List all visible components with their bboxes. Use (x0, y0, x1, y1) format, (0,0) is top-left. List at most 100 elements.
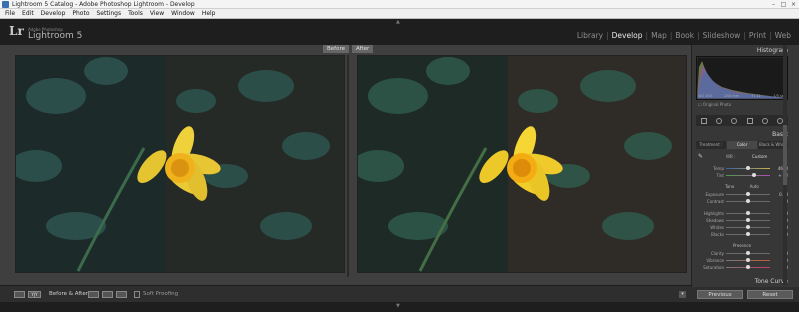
menu-window[interactable]: Window (171, 9, 195, 18)
histogram-info: ISO 100 250 mm f / 11 1/5 sec (698, 94, 786, 98)
tone-label: Tone (725, 184, 735, 189)
loupe-view-icon[interactable] (14, 291, 25, 298)
module-map[interactable]: Map (649, 31, 669, 40)
auto-tone-button[interactable]: Auto (750, 184, 759, 189)
toolbar-dropdown-icon[interactable]: ▾ (679, 291, 686, 298)
menu-photo[interactable]: Photo (72, 9, 89, 18)
treatment-color-button[interactable]: Color (727, 141, 757, 149)
wb-dropdown[interactable]: Custom (752, 154, 767, 159)
panel-scrollbar-thumb[interactable] (783, 125, 787, 185)
clarity-slider[interactable]: Clarity 0 (694, 250, 790, 257)
module-print[interactable]: Print (747, 31, 768, 40)
after-photo[interactable] (357, 55, 687, 273)
menu-develop[interactable]: Develop (41, 9, 66, 18)
whites-slider[interactable]: Whites 0 (694, 224, 790, 231)
before-after-view-icon[interactable]: Y|Y (28, 291, 41, 298)
highlights-thumb[interactable] (746, 211, 750, 215)
treatment-row: Treatment : Color Black & White (696, 141, 788, 149)
red-eye-icon[interactable] (731, 117, 738, 124)
saturation-thumb[interactable] (746, 265, 750, 269)
expand-filmstrip-icon[interactable]: ▼ (396, 303, 400, 309)
tool-strip (696, 115, 788, 126)
whites-label: Whites (710, 225, 724, 230)
soft-proofing-label: Soft Proofing (143, 291, 179, 297)
panel-scrollbar[interactable] (783, 45, 787, 285)
spot-removal-icon[interactable] (715, 117, 722, 124)
copy-before-to-after-icon[interactable] (88, 291, 99, 298)
tone-section: Tone Auto (696, 184, 788, 189)
window-title-bar: Lightroom 5 Catalog - Adobe Photoshop Li… (0, 0, 799, 9)
vibrance-slider[interactable]: Vibrance 0 (694, 257, 790, 264)
contrast-thumb[interactable] (746, 199, 750, 203)
vibrance-thumb[interactable] (746, 258, 750, 262)
tint-label: Tint (716, 173, 724, 178)
temp-thumb[interactable] (746, 166, 750, 170)
saturation-slider[interactable]: Saturation 0 (694, 264, 790, 271)
exposure-slider[interactable]: Exposure 0.00 (694, 191, 790, 198)
lr-logo: Lr (9, 24, 24, 38)
minimize-button[interactable]: – (770, 1, 777, 8)
aperture-value: f / 11 (751, 94, 761, 98)
clarity-label: Clarity (710, 251, 724, 256)
temp-slider[interactable]: Temp 4650 (694, 165, 790, 172)
basic-header[interactable]: Basic (692, 130, 792, 139)
blacks-thumb[interactable] (746, 232, 750, 236)
clarity-thumb[interactable] (746, 251, 750, 255)
menu-file[interactable]: File (5, 9, 15, 18)
module-web[interactable]: Web (773, 31, 793, 40)
shadows-thumb[interactable] (746, 218, 750, 222)
module-picker: Library | Develop | Map | Book | Slideshow | … (575, 31, 793, 40)
tint-thumb[interactable] (752, 173, 756, 177)
panel-bottom-buttons: Previous Reset (691, 287, 799, 302)
saturation-label: Saturation (703, 265, 724, 270)
highlights-slider[interactable]: Highlights 0 (694, 210, 790, 217)
treatment-label: Treatment : (696, 141, 726, 149)
module-develop[interactable]: Develop (610, 31, 645, 40)
menu-edit[interactable]: Edit (22, 9, 34, 18)
after-photo-image (358, 56, 686, 272)
tone-curve-header[interactable]: Tone Curve (692, 277, 792, 286)
menu-view[interactable]: View (150, 9, 164, 18)
original-photo-label[interactable]: ☐ Original Photo (698, 102, 731, 107)
eyedropper-icon[interactable]: ✎ (698, 153, 703, 160)
crop-tool-icon[interactable] (700, 117, 707, 124)
reset-button[interactable]: Reset (747, 290, 793, 299)
lightroom-app-icon (2, 1, 9, 8)
copy-after-to-before-icon[interactable] (102, 291, 113, 298)
collapse-top-panel-icon[interactable]: ▲ (396, 19, 400, 25)
maximize-button[interactable]: □ (780, 1, 787, 8)
vibrance-label: Vibrance (706, 258, 724, 263)
radial-filter-icon[interactable] (761, 117, 768, 124)
menu-settings[interactable]: Settings (97, 9, 122, 18)
shadows-slider[interactable]: Shadows 0 (694, 217, 790, 224)
contrast-slider[interactable]: Contrast 0 (694, 198, 790, 205)
histogram-graph (696, 56, 788, 100)
blacks-slider[interactable]: Blacks 0 (694, 231, 790, 238)
histogram-header[interactable]: Histogram (692, 46, 792, 55)
exposure-thumb[interactable] (746, 192, 750, 196)
module-book[interactable]: Book (673, 31, 696, 40)
menu-bar: File Edit Develop Photo Settings Tools V… (0, 9, 799, 19)
graduated-filter-icon[interactable] (746, 117, 753, 124)
blacks-label: Blacks (711, 232, 724, 237)
module-library[interactable]: Library (575, 31, 605, 40)
iso-value: ISO 100 (698, 94, 712, 98)
swap-before-after-icon[interactable] (116, 291, 127, 298)
before-after-divider (347, 55, 349, 277)
after-label: After (352, 45, 374, 53)
previous-button[interactable]: Previous (697, 290, 743, 299)
temp-label: Temp (713, 166, 724, 171)
tint-slider[interactable]: Tint + 22 (694, 172, 790, 179)
whites-thumb[interactable] (746, 225, 750, 229)
exposure-label: Exposure (705, 192, 724, 197)
close-button[interactable]: × (790, 1, 797, 8)
wb-label: WB : (726, 154, 736, 159)
image-area: Before After (0, 45, 691, 285)
menu-tools[interactable]: Tools (128, 9, 143, 18)
menu-help[interactable]: Help (202, 9, 216, 18)
focal-length-value: 250 mm (724, 94, 740, 98)
shadows-label: Shadows (706, 218, 724, 223)
before-photo[interactable] (15, 55, 345, 273)
module-slideshow[interactable]: Slideshow (701, 31, 743, 40)
soft-proofing-checkbox[interactable] (134, 291, 140, 298)
